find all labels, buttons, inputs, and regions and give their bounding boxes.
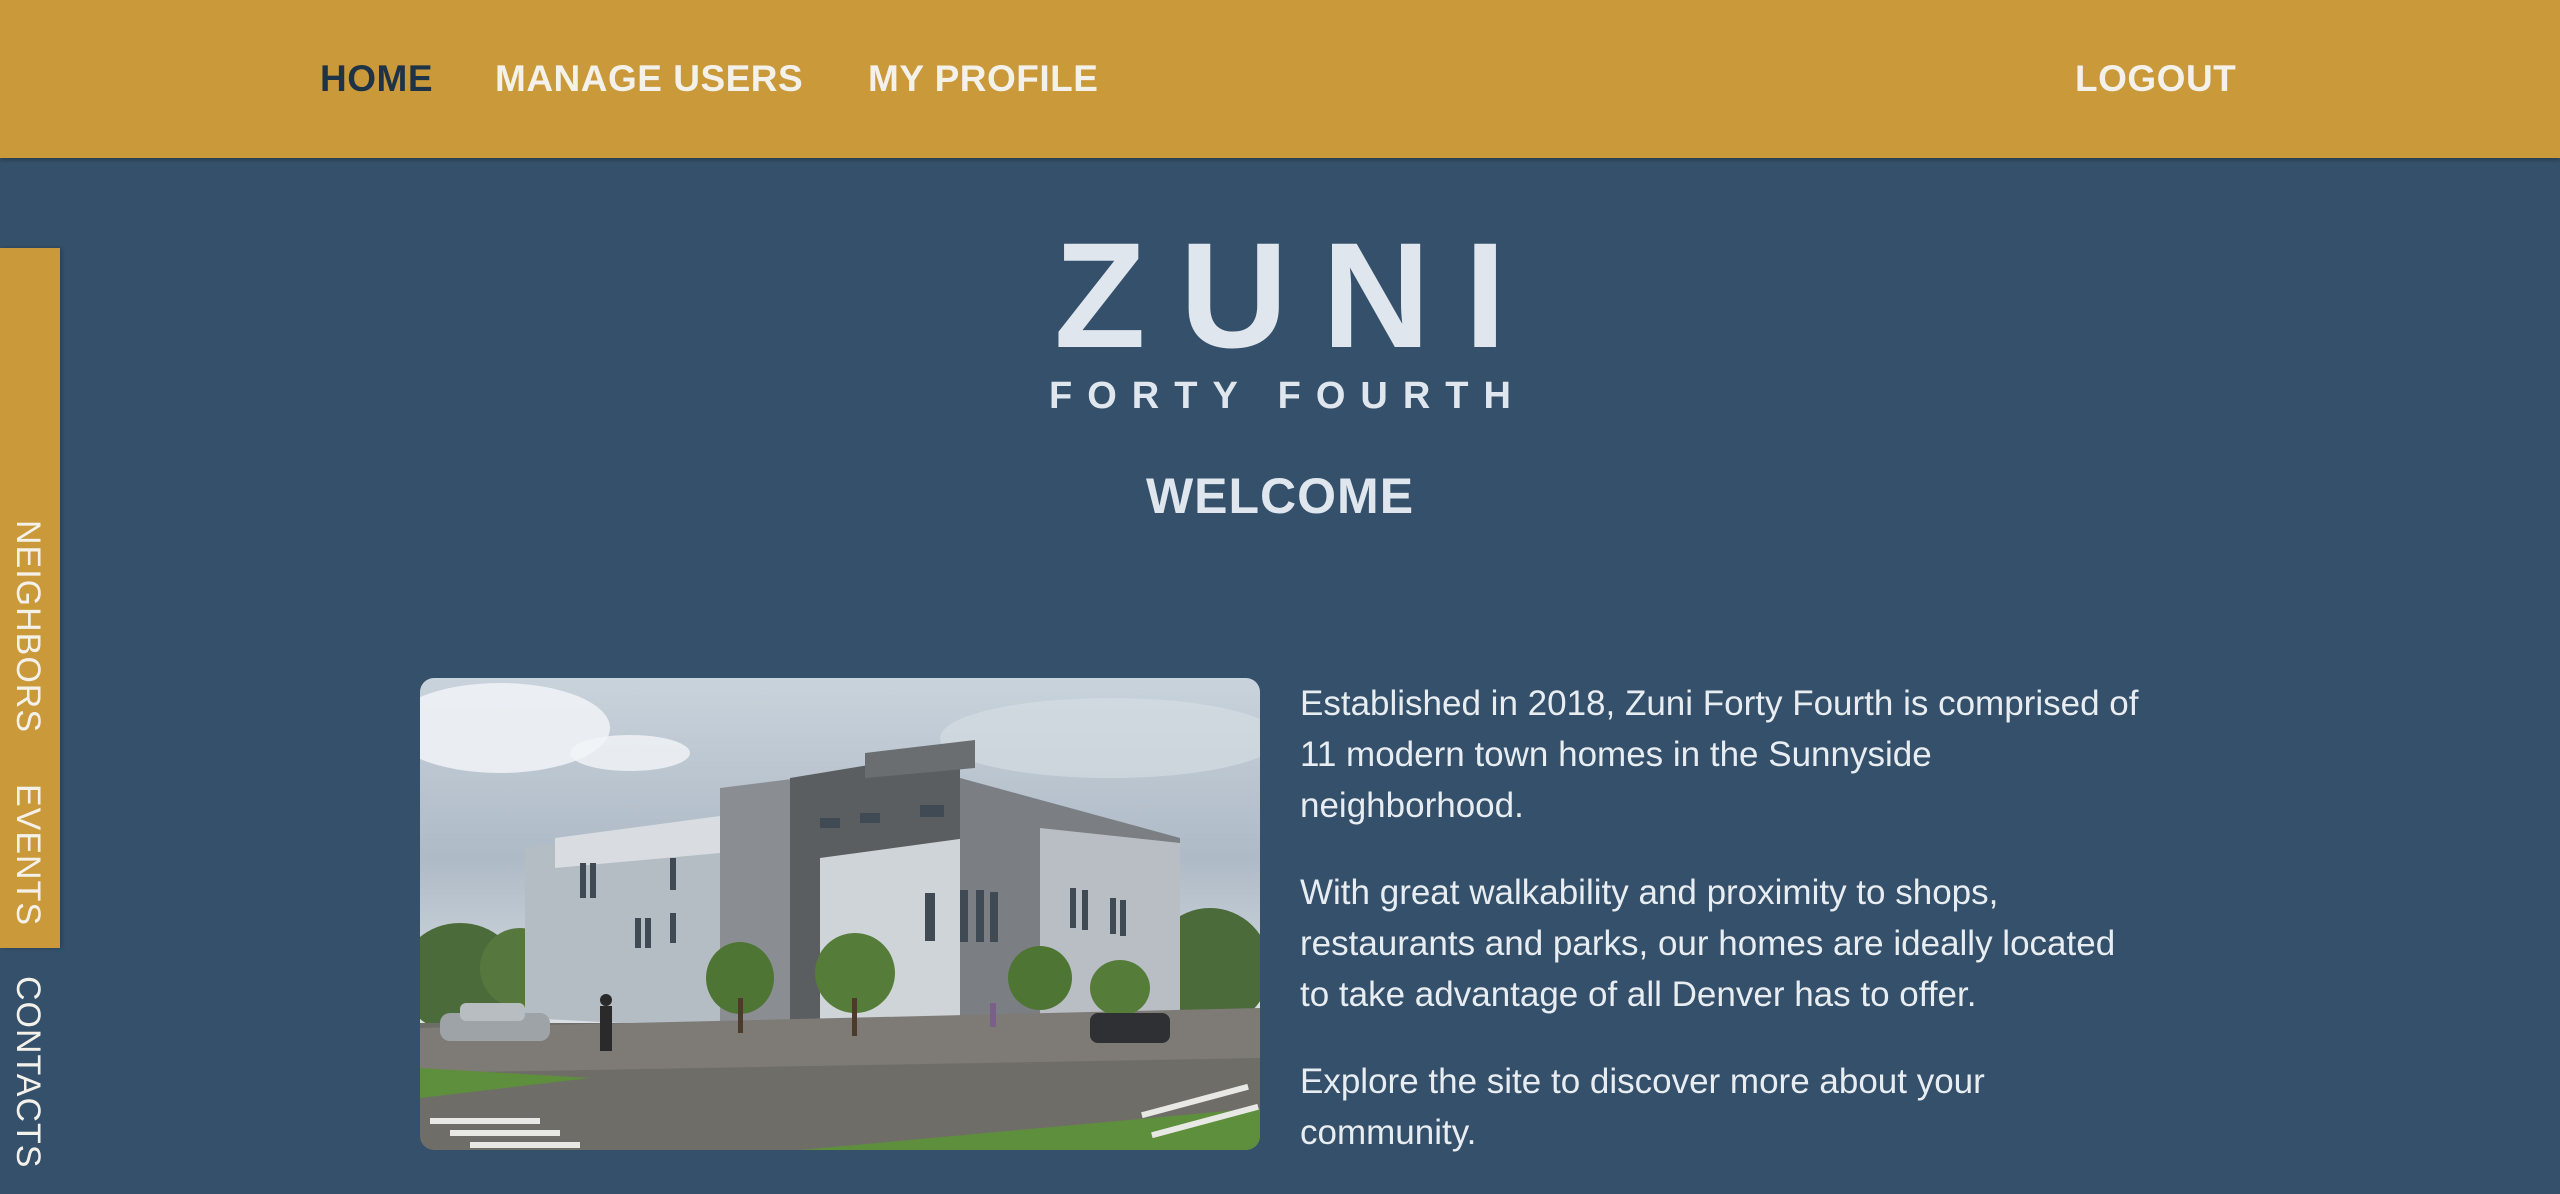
building-photo — [420, 678, 1260, 1150]
intro-paragraph: Established in 2018, Zuni Forty Fourth i… — [1300, 684, 2139, 825]
nav-home-link[interactable]: HOME — [320, 55, 433, 103]
intro-paragraph: Explore the site to discover more about … — [1300, 1062, 1985, 1152]
side-tab-events[interactable]: EVENTS — [9, 784, 47, 926]
side-tab-neighbors[interactable]: NEIGHBORS — [9, 520, 47, 733]
top-nav-bar: HOME MANAGE USERS MY PROFILE LOGOUT — [0, 0, 2560, 158]
nav-my-profile-link[interactable]: MY PROFILE — [868, 55, 1098, 103]
logout-link[interactable]: LOGOUT — [2075, 55, 2236, 103]
nav-manage-users-link[interactable]: MANAGE USERS — [495, 55, 803, 103]
side-tab-contacts[interactable]: CONTACTS — [9, 976, 47, 1168]
page-title: WELCOME — [1145, 468, 1415, 524]
site-logo: ZUNI FORTY FOURTH — [1000, 220, 1560, 418]
logo-sub-text: FORTY FOURTH — [1049, 375, 1526, 417]
logo-main-text: ZUNI — [1054, 211, 1540, 379]
side-tab-menu: NEIGHBORS EVENTS CONTACTS — [0, 248, 60, 1168]
intro-text: Established in 2018, Zuni Forty Fourth i… — [1300, 678, 2140, 1194]
intro-paragraph: With great walkability and proximity to … — [1300, 873, 2116, 1014]
